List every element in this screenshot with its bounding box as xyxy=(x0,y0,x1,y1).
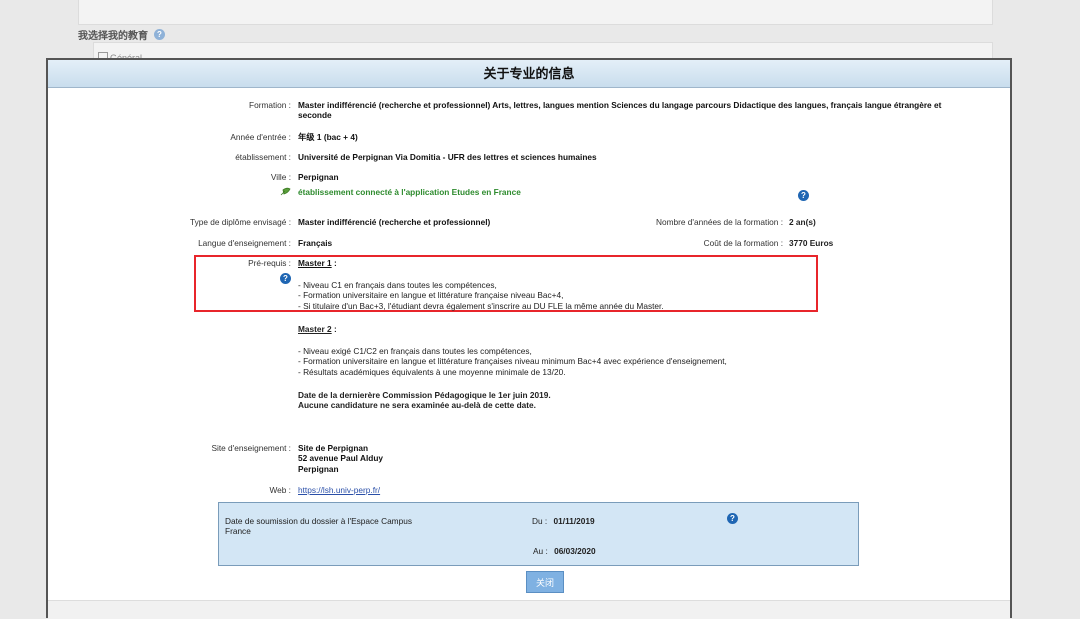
web-value: https://lsh.univ-perp.fr/ xyxy=(298,485,380,495)
type-diplome-value: Master indifférencié (recherche et profe… xyxy=(298,217,491,227)
list-item: - Formation universitaire en langue et l… xyxy=(298,290,564,301)
list-item: - Formation universitaire en langue et l… xyxy=(298,356,727,367)
list-item: - Niveau exigé C1/C2 en français dans to… xyxy=(298,346,532,356)
ville-label: Ville : xyxy=(270,172,291,182)
connected-app-icon xyxy=(280,187,291,196)
help-icon[interactable]: ? xyxy=(798,190,809,201)
site-label: Site d'enseignement : xyxy=(211,443,291,453)
commission-line1: Date de la dernierère Commission Pédagog… xyxy=(298,390,551,400)
commission-note: Date de la dernierère Commission Pédagog… xyxy=(298,390,551,411)
annee-label: Année d'entrée : xyxy=(230,132,291,142)
formation-value-line2: seconde xyxy=(298,110,332,121)
master1-heading: Master 1 : xyxy=(298,258,337,268)
submission-label-line1: Date de soumission du dossier à l'Espace… xyxy=(225,516,412,526)
web-label: Web : xyxy=(269,485,291,495)
cout-label: Coût de la formation : xyxy=(703,238,783,248)
help-icon[interactable]: ? xyxy=(727,513,738,524)
master2-title: Master 2 xyxy=(298,324,332,334)
nb-annees-value: 2 an(s) xyxy=(789,217,816,227)
section-title: 我选择我的教育 ? xyxy=(78,27,165,42)
type-diplome-label: Type de diplôme envisagé : xyxy=(189,217,291,227)
master1-title: Master 1 xyxy=(298,258,332,268)
site-line: Perpignan xyxy=(298,463,339,474)
master2-requirements: - Niveau exigé C1/C2 en français dans to… xyxy=(298,346,727,377)
list-item: - Si titulaire d'un Bac+3, l'étudiant de… xyxy=(298,300,664,311)
commission-line2: Aucune candidature ne sera examinée au-d… xyxy=(298,400,536,411)
du-value: 01/11/2019 xyxy=(553,516,595,526)
submission-label: Date de soumission du dossier à l'Espace… xyxy=(225,516,412,537)
submission-dates-box: Date de soumission du dossier à l'Espace… xyxy=(218,502,859,566)
formation-label: Formation : xyxy=(249,100,291,110)
list-item: - Niveau C1 en français dans toutes les … xyxy=(298,280,497,290)
du-row: Du : 01/11/2019 xyxy=(532,516,595,526)
background-panel xyxy=(78,0,993,25)
help-icon[interactable]: ? xyxy=(154,29,165,40)
site-value: Site de Perpignan 52 avenue Paul Alduy P… xyxy=(298,443,383,474)
section-title-text: 我选择我的教育 xyxy=(78,31,148,42)
modal-footer xyxy=(48,600,1010,619)
master1-requirements: - Niveau C1 en français dans toutes les … xyxy=(298,280,664,311)
du-label: Du : xyxy=(532,516,548,526)
close-button[interactable]: 关闭 xyxy=(526,571,564,593)
site-line: Site de Perpignan xyxy=(298,443,369,453)
langue-label: Langue d'enseignement : xyxy=(198,238,291,248)
au-row: Au : 06/03/2020 xyxy=(533,546,596,556)
annee-value: 年级 1 (bac + 4) xyxy=(298,132,358,142)
modal-title: 关于专业的信息 xyxy=(48,60,1010,88)
etablissement-value: Université de Perpignan Via Domitia - UF… xyxy=(298,152,597,162)
formation-value: Master indifférencié (recherche et profe… xyxy=(298,100,1006,121)
etablissement-label: établissement : xyxy=(235,152,291,162)
au-label: Au : xyxy=(533,546,548,556)
langue-value: Français xyxy=(298,238,333,248)
master1-colon: : xyxy=(331,258,337,268)
ville-value: Perpignan xyxy=(298,172,339,182)
cout-value: 3770 Euros xyxy=(789,238,834,248)
master2-colon: : xyxy=(331,324,337,334)
connected-app-text: établissement connecté à l'application E… xyxy=(298,187,521,197)
master2-heading: Master 2 : xyxy=(298,324,337,334)
submission-label-line2: France xyxy=(225,526,251,537)
formation-value-line1: Master indifférencié (recherche et profe… xyxy=(298,100,942,110)
program-info-modal: 关于专业的信息 Formation : Master indifférencié… xyxy=(46,58,1012,619)
site-line: 52 avenue Paul Alduy xyxy=(298,453,383,464)
help-icon[interactable]: ? xyxy=(280,273,291,284)
web-link[interactable]: https://lsh.univ-perp.fr/ xyxy=(298,485,380,495)
au-value: 06/03/2020 xyxy=(554,546,596,556)
list-item: - Résultats académiques équivalents à un… xyxy=(298,366,566,377)
prerequisites-label: Pré-requis : xyxy=(248,258,291,268)
nb-annees-label: Nombre d'années de la formation : xyxy=(655,217,783,227)
